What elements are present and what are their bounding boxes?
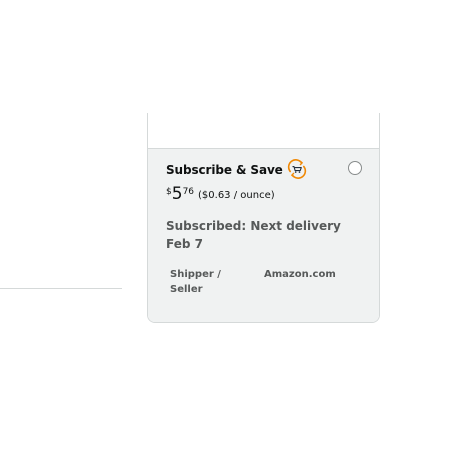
- price: $ 5 76 ($0.63 / ounce): [166, 186, 275, 203]
- subscription-status: Subscribed: Next delivery Feb 7: [166, 219, 341, 251]
- page: Subscribe & Save $ 5 76 ($0.63 / ounce) …: [0, 0, 450, 450]
- subscribe-save-header: Subscribe & Save: [166, 159, 307, 179]
- subscribe-save-title: Subscribe & Save: [166, 163, 283, 177]
- card-top-area: [148, 113, 379, 148]
- shipper-seller-label: Shipper / Seller: [170, 269, 221, 295]
- price-whole: 5: [171, 184, 183, 204]
- subscribe-save-radio-button[interactable]: [348, 161, 362, 175]
- subscribe-save-cart-icon: [287, 159, 307, 179]
- shipper-seller-value: Amazon.com: [264, 269, 336, 280]
- unit-price: ($0.63 / ounce): [198, 190, 275, 201]
- subscribe-save-option-card[interactable]: Subscribe & Save $ 5 76 ($0.63 / ounce) …: [147, 113, 380, 323]
- subscribe-save-option[interactable]: Subscribe & Save $ 5 76 ($0.63 / ounce) …: [148, 148, 379, 322]
- section-divider: [0, 288, 122, 289]
- price-fraction: 76: [182, 187, 195, 197]
